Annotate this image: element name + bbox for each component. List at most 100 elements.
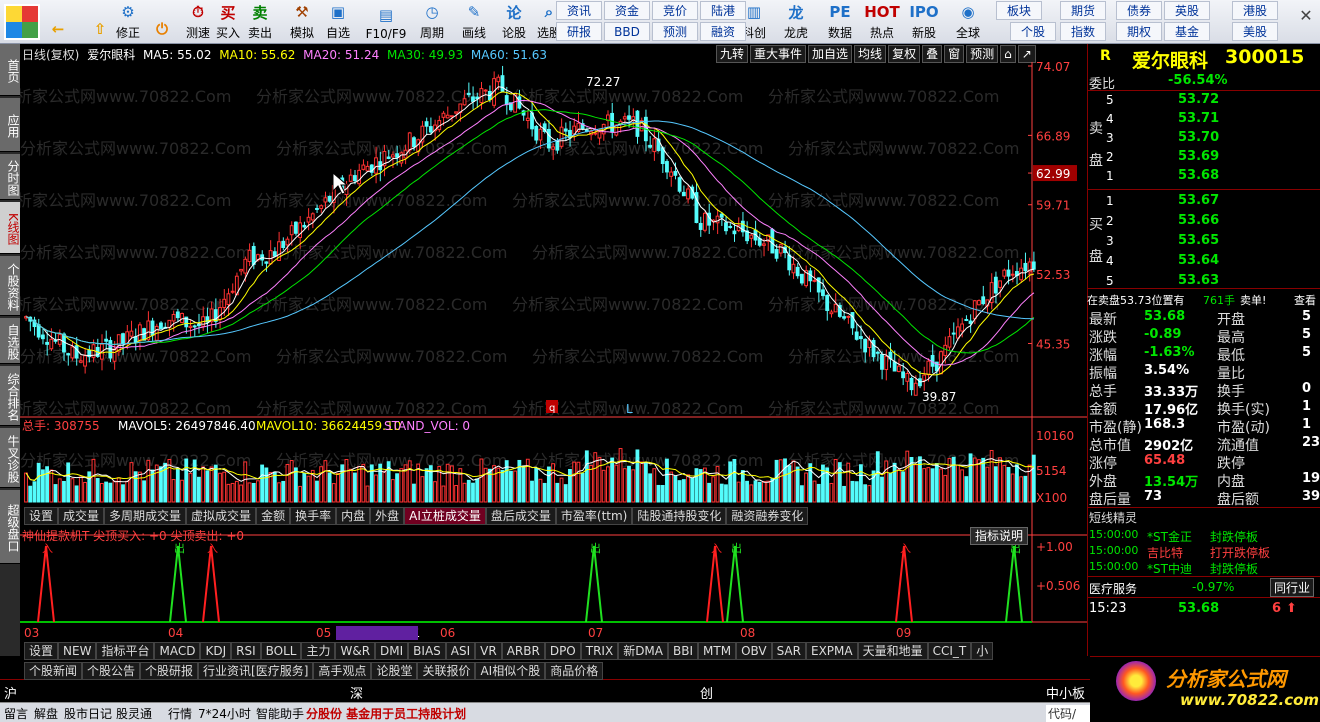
bottom-item-6[interactable]: 智能助手 [256, 705, 304, 722]
ind-tab-10[interactable]: BIAS [408, 642, 446, 660]
ind-tab-5[interactable]: RSI [231, 642, 261, 660]
kline-button-6[interactable]: 窗 [944, 45, 965, 63]
kline-button-1[interactable]: 重大事件 [750, 45, 807, 63]
kline-button-9[interactable]: ↗ [1017, 45, 1036, 63]
news-tab-8[interactable]: 商品价格 [545, 662, 604, 680]
news-tab-4[interactable]: 高手观点 [313, 662, 372, 680]
kline-button-2[interactable]: 加自选 [808, 45, 853, 63]
vol-tab-5[interactable]: 换手率 [290, 507, 337, 525]
news-tab-5[interactable]: 论股堂 [371, 662, 418, 680]
close-icon[interactable]: ✕ [1296, 6, 1316, 26]
toolbar-button-6[interactable]: 卖卖出 [242, 1, 278, 43]
news-tab-2[interactable]: 个股研报 [140, 662, 199, 680]
ind-tab-7[interactable]: 主力 [301, 642, 336, 660]
bottom-link-0[interactable]: 研报 [556, 22, 602, 41]
vol-tab-0[interactable]: 设置 [24, 507, 59, 525]
ind-tab-23[interactable]: CCI_T [927, 642, 972, 660]
vol-tab-10[interactable]: 市盈率(ttm) [555, 507, 633, 525]
ind-tab-6[interactable]: BOLL [260, 642, 302, 660]
bottom-link-5[interactable]: 基金 [1164, 22, 1210, 41]
market-index-2[interactable]: 创 [700, 683, 713, 702]
bottom-item-3[interactable]: 股灵通 [116, 705, 152, 722]
bottom-item-0[interactable]: 留言 [4, 705, 28, 722]
top-link-6[interactable]: 债券 [1116, 1, 1162, 20]
ind-tab-15[interactable]: TRIX [580, 642, 619, 660]
ind-tab-19[interactable]: OBV [736, 642, 772, 660]
vol-tab-12[interactable]: 融资融券变化 [726, 507, 809, 525]
left-tab-7[interactable]: 牛叉诊股 [0, 428, 20, 488]
toolbar-button-19[interactable]: ◉ 全球 [950, 1, 986, 43]
kline-button-3[interactable]: 均线 [854, 45, 887, 63]
bottom-link-2[interactable]: 预测 [652, 22, 698, 41]
ind-tab-4[interactable]: KDJ [200, 642, 232, 660]
toolbar-button-12[interactable]: 论论股 [496, 1, 532, 43]
top-link-3[interactable]: 陆港 [700, 1, 746, 20]
left-tab-1[interactable]: 应用 [0, 98, 20, 152]
news-tab-0[interactable]: 个股新闻 [24, 662, 83, 680]
bottom-link-4[interactable]: 期权 [1116, 22, 1162, 41]
bottom-link-3[interactable]: 指数 [1060, 22, 1106, 41]
left-tab-2[interactable]: 分时图 [0, 154, 20, 200]
ind-tab-22[interactable]: 天量和地量 [857, 642, 928, 660]
left-tab-0[interactable]: 首页 [0, 44, 20, 96]
bottom-item-5[interactable]: 7*24小时 [198, 705, 251, 722]
toolbar-button-8[interactable]: ▣ 自选 [320, 1, 356, 43]
kline-button-7[interactable]: 预测 [966, 45, 999, 63]
news-tab-1[interactable]: 个股公告 [82, 662, 141, 680]
ind-tab-24[interactable]: 小 [971, 642, 994, 660]
ind-tab-13[interactable]: ARBR [501, 642, 545, 660]
left-tab-3[interactable]: K线图 [0, 202, 20, 254]
toolbar-button-5[interactable]: 买买入 [210, 1, 246, 43]
ind-tab-2[interactable]: 指标平台 [96, 642, 155, 660]
kline-button-5[interactable]: 叠 [922, 45, 943, 63]
market-index-1[interactable]: 深 [350, 683, 363, 702]
ind-tab-0[interactable]: 设置 [24, 642, 59, 660]
news-tab-7[interactable]: AI相似个股 [475, 662, 546, 680]
top-link-8[interactable]: 港股 [1232, 1, 1278, 20]
bottom-link-1[interactable]: BBD [604, 22, 650, 41]
top-link-1[interactable]: 资金 [604, 1, 650, 20]
top-link-2[interactable]: 竞价 [652, 1, 698, 20]
left-tab-5[interactable]: 自选股 [0, 318, 20, 364]
vol-tab-1[interactable]: 成交量 [58, 507, 105, 525]
toolbar-button-7[interactable]: ⚒ 模拟 [284, 1, 320, 43]
indicator-help-button[interactable]: 指标说明 [970, 527, 1029, 545]
news-tab-3[interactable]: 行业资讯[医疗服务] [198, 662, 314, 680]
ind-tab-12[interactable]: VR [475, 642, 502, 660]
search-input[interactable]: 代码/名称/简拼 [1046, 705, 1090, 722]
bottom-item-2[interactable]: 股市日记 [64, 705, 112, 722]
toolbar-button-16[interactable]: PE 数据 [822, 1, 858, 43]
bottom-link-gegu[interactable]: 个股 [1010, 22, 1056, 41]
vol-tab-8[interactable]: AI立桩成交量 [404, 507, 486, 525]
toolbar-button-10[interactable]: ◷ 周期 [414, 1, 450, 43]
news-tab-6[interactable]: 关联报价 [417, 662, 476, 680]
vol-tab-4[interactable]: 金额 [256, 507, 291, 525]
vol-tab-9[interactable]: 盘后成交量 [485, 507, 556, 525]
vol-tab-7[interactable]: 外盘 [370, 507, 405, 525]
kline-button-4[interactable]: 复权 [888, 45, 921, 63]
ind-tab-9[interactable]: DMI [375, 642, 409, 660]
toolbar-button-18[interactable]: IPO 新股 [906, 1, 942, 43]
ind-tab-20[interactable]: SAR [771, 642, 806, 660]
same-industry-button[interactable]: 同行业 [1270, 578, 1315, 597]
ind-tab-11[interactable]: ASI [445, 642, 476, 660]
top-link-5[interactable]: 期货 [1060, 1, 1106, 20]
left-tab-6[interactable]: 综合排名 [0, 366, 20, 426]
bottom-item-1[interactable]: 解盘 [34, 705, 58, 722]
top-link-7[interactable]: 英股 [1164, 1, 1210, 20]
toolbar-button-2[interactable]: ⚙ 修正 [110, 1, 146, 43]
market-index-0[interactable]: 沪 [4, 683, 17, 702]
ind-tab-3[interactable]: MACD [154, 642, 201, 660]
ind-tab-16[interactable]: 新DMA [618, 642, 668, 660]
vol-tab-3[interactable]: 虚拟成交量 [186, 507, 257, 525]
toolbar-button-3[interactable]: ⏻ [144, 1, 180, 43]
top-link-0[interactable]: 资讯 [556, 1, 602, 20]
ind-tab-8[interactable]: W&R [335, 642, 376, 660]
vol-tab-11[interactable]: 陆股通持股变化 [632, 507, 727, 525]
bottom-link-6[interactable]: 美股 [1232, 22, 1278, 41]
vol-tab-6[interactable]: 内盘 [336, 507, 371, 525]
kline-button-8[interactable]: ⌂ [1000, 45, 1016, 63]
ind-tab-17[interactable]: BBI [668, 642, 699, 660]
kline-button-0[interactable]: 九转 [716, 45, 749, 63]
vol-tab-2[interactable]: 多周期成交量 [104, 507, 187, 525]
